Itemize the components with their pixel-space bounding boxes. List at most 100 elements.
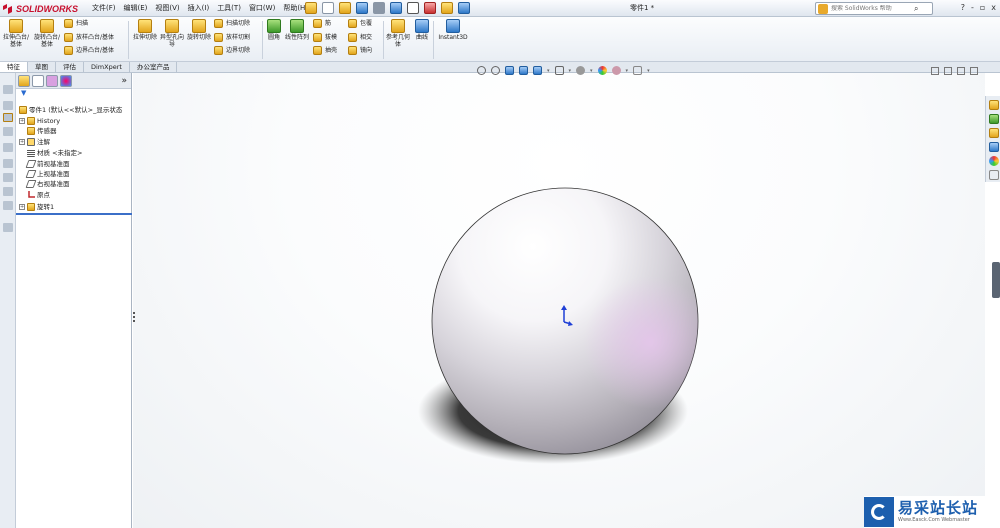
- curves-button[interactable]: 曲线: [411, 19, 433, 41]
- file-explorer-icon[interactable]: [989, 128, 999, 138]
- view-settings-icon[interactable]: [633, 66, 643, 75]
- expand-icon[interactable]: +: [19, 139, 25, 145]
- view-orientation-icon[interactable]: [533, 66, 542, 75]
- menu-window[interactable]: 窗口(W): [245, 3, 279, 14]
- tab-office-products[interactable]: 办公室产品: [130, 62, 178, 72]
- view-palette-icon[interactable]: [989, 142, 999, 152]
- previous-view-icon[interactable]: [505, 66, 514, 75]
- fillet-button[interactable]: 圆角: [263, 19, 285, 41]
- hole-wizard-button[interactable]: 异型孔向导: [158, 19, 186, 48]
- search-input[interactable]: [828, 5, 914, 12]
- undo-icon[interactable]: [390, 2, 402, 14]
- strip-macro-icon[interactable]: [3, 223, 13, 232]
- strip-feature-icon[interactable]: [3, 113, 13, 122]
- options-icon[interactable]: [458, 2, 470, 14]
- tab-sketch[interactable]: 草图: [28, 62, 56, 72]
- print-icon[interactable]: [373, 2, 385, 14]
- chevron-down-icon[interactable]: ▾: [590, 68, 593, 74]
- graphics-area[interactable]: [133, 73, 985, 528]
- menu-tools[interactable]: 工具(T): [213, 3, 245, 14]
- zoom-to-fit-icon[interactable]: [477, 66, 486, 75]
- strip-table-icon[interactable]: [3, 85, 13, 94]
- revolve-boss-button[interactable]: 旋转凸台/基体: [33, 19, 61, 48]
- shell-button[interactable]: 抽壳: [313, 46, 337, 55]
- app-logo[interactable]: SOLIDWORKS: [2, 2, 78, 15]
- open-folder-icon[interactable]: [339, 2, 351, 14]
- menu-file[interactable]: 文件(F): [88, 3, 120, 14]
- tree-filter[interactable]: ▼: [16, 89, 131, 98]
- chevron-down-icon[interactable]: ▾: [547, 68, 550, 74]
- swept-cut-button[interactable]: 扫描切除: [214, 19, 250, 28]
- tab-dimxpert[interactable]: DimXpert: [84, 62, 130, 72]
- boundary-cut-button[interactable]: 边界切除: [214, 46, 250, 55]
- tab-evaluate[interactable]: 评估: [56, 62, 84, 72]
- new-document-icon[interactable]: [322, 2, 334, 14]
- instant3d-button[interactable]: Instant3D: [436, 19, 470, 41]
- viewport-split-icon[interactable]: [931, 67, 939, 75]
- menu-insert[interactable]: 插入(I): [184, 3, 214, 14]
- panel-splitter-handle[interactable]: [131, 312, 136, 330]
- propertymanager-tab-icon[interactable]: [32, 74, 44, 87]
- save-icon[interactable]: [356, 2, 368, 14]
- help-search[interactable]: ⌕: [815, 2, 933, 15]
- strip-view-icon[interactable]: [3, 101, 13, 110]
- rollback-bar[interactable]: [16, 213, 132, 215]
- extrude-cut-button[interactable]: 拉伸切除: [131, 19, 159, 41]
- viewport-close-icon[interactable]: [970, 67, 978, 75]
- custom-properties-icon[interactable]: [989, 170, 999, 180]
- chevron-down-icon[interactable]: ▾: [626, 68, 629, 74]
- tree-item-top-plane[interactable]: 上视基准面: [25, 169, 70, 179]
- intersect-button[interactable]: 相交: [348, 33, 372, 42]
- rebuild-icon[interactable]: [424, 2, 436, 14]
- viewport-restore-icon[interactable]: [957, 67, 965, 75]
- mirror-button[interactable]: 镜向: [348, 46, 372, 55]
- displaymanager-tab-icon[interactable]: [60, 74, 72, 87]
- menu-view[interactable]: 视图(V): [151, 3, 183, 14]
- tree-root-part[interactable]: 零件1 (默认<<默认>_显示状态: [19, 105, 122, 115]
- more-tabs-icon[interactable]: »: [121, 75, 127, 87]
- chevron-down-icon[interactable]: ▾: [647, 68, 650, 74]
- expand-icon[interactable]: +: [19, 118, 25, 124]
- hide-show-items-icon[interactable]: [576, 66, 586, 75]
- boundary-boss-button[interactable]: 边界凸台/基体: [64, 46, 114, 55]
- section-view-icon[interactable]: [519, 66, 528, 75]
- file-properties-icon[interactable]: [441, 2, 453, 14]
- appearances-icon[interactable]: [989, 156, 999, 166]
- tab-features[interactable]: 特征: [0, 62, 28, 72]
- tree-item-sensors[interactable]: 传感器: [27, 126, 57, 136]
- restore-button[interactable]: ▫: [980, 2, 985, 14]
- tree-item-history[interactable]: + History: [19, 116, 60, 126]
- tree-item-origin[interactable]: 原点: [27, 190, 50, 200]
- strip-property-icon[interactable]: [3, 143, 13, 152]
- revolve-cut-button[interactable]: 旋转切除: [185, 19, 213, 41]
- strip-config-icon[interactable]: [3, 159, 13, 168]
- tree-item-right-plane[interactable]: 右视基准面: [25, 179, 70, 189]
- strip-sensor-icon[interactable]: [3, 187, 13, 196]
- minimize-button[interactable]: -: [971, 2, 974, 14]
- strip-layer-icon[interactable]: [3, 127, 13, 136]
- loft-button[interactable]: 放样凸台/基体: [64, 33, 114, 42]
- featuremanager-tab-icon[interactable]: [18, 74, 30, 87]
- pin-icon[interactable]: [305, 2, 317, 14]
- display-style-icon[interactable]: [554, 66, 564, 75]
- design-library-icon[interactable]: [989, 114, 999, 124]
- model-viewport[interactable]: [133, 73, 985, 528]
- lofted-cut-button[interactable]: 放样切割: [214, 33, 250, 42]
- linear-pattern-button[interactable]: 线性阵列: [284, 19, 310, 41]
- chevron-down-icon[interactable]: ▾: [569, 68, 572, 74]
- zoom-to-area-icon[interactable]: [491, 66, 500, 75]
- tree-item-revolve1[interactable]: + 旋转1: [19, 202, 54, 212]
- tree-item-front-plane[interactable]: 前视基准面: [25, 159, 70, 169]
- sweep-button[interactable]: 扫描: [64, 19, 88, 28]
- rib-button[interactable]: 筋: [313, 19, 331, 28]
- reference-geometry-button[interactable]: 参考几何体: [385, 19, 411, 48]
- draft-button[interactable]: 拔模: [313, 33, 337, 42]
- menu-edit[interactable]: 编辑(E): [120, 3, 152, 14]
- solidworks-resources-icon[interactable]: [989, 100, 999, 110]
- tree-item-material[interactable]: 材质 <未指定>: [27, 148, 82, 158]
- task-pane-handle[interactable]: [992, 262, 1000, 298]
- viewport-tile-icon[interactable]: [944, 67, 952, 75]
- tree-item-annotations[interactable]: + 注解: [19, 137, 50, 147]
- strip-annotation-icon[interactable]: [3, 201, 13, 210]
- extrude-boss-button[interactable]: 拉伸凸台/基体: [2, 19, 30, 48]
